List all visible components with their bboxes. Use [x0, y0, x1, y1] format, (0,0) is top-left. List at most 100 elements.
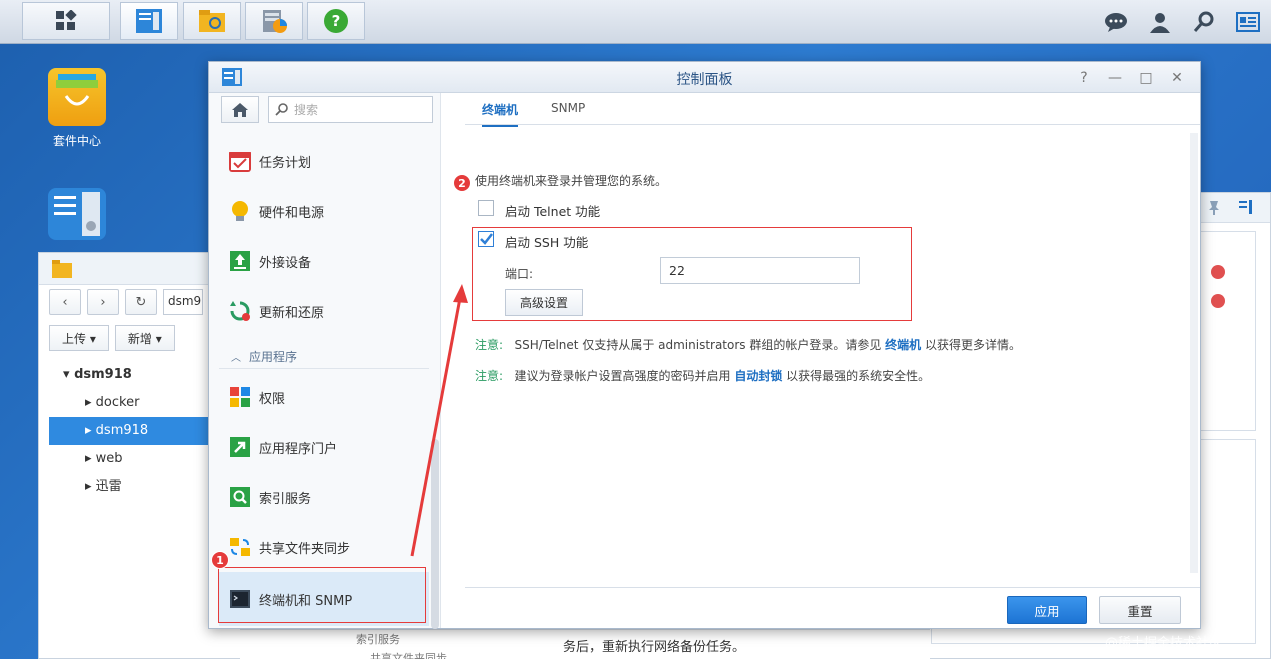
telnet-checkbox[interactable] [478, 200, 494, 216]
new-button[interactable]: 新增 ▾ [114, 325, 175, 351]
main-menu-button[interactable] [22, 2, 110, 40]
sidebar: 搜索 任务计划 硬件和电源 外接设备 更新和还原 ︿ 应用程序 权限 应用程序门… [209, 93, 441, 629]
note-ssh: 注意: SSH/Telnet 仅支持从属于 administrators 群组的… [475, 336, 1021, 353]
new-label: 新增 [127, 332, 152, 346]
sidebar-item-label: 应用程序门户 [259, 441, 338, 457]
folder-icon [199, 10, 225, 32]
chat-icon[interactable] [1102, 8, 1130, 36]
sidebar-scrollbar[interactable] [431, 439, 439, 629]
advanced-settings-button[interactable]: 高级设置 [505, 289, 583, 316]
home-button[interactable] [221, 96, 259, 123]
shared-folder-sync-icon [230, 538, 250, 556]
checkmark-icon [480, 233, 493, 245]
control-panel-window: 控制面板 ? — □ ✕ 搜索 任务计划 硬件和电源 外接设备 更新和还原 ︿ … [208, 61, 1201, 629]
tab-snmp[interactable]: SNMP [551, 101, 585, 115]
step-badge-1: 1 [211, 551, 229, 569]
search-input[interactable]: 搜索 [268, 96, 433, 123]
sidebar-item-label: 更新和还原 [259, 305, 325, 321]
ssh-label: 启动 SSH 功能 [505, 235, 589, 250]
control-panel-icon [48, 188, 106, 240]
watermark: @稀土掘金技术社区 [1105, 636, 1223, 651]
pin-icon[interactable] [1206, 199, 1222, 215]
sidebar-item-shared-folder-sync[interactable]: 共享文件夹同步 [219, 522, 429, 572]
note-prefix: 注意: [475, 338, 504, 352]
description-text: 使用终端机来登录并管理您的系统。 [475, 174, 668, 188]
chevron-up-icon: ︿ [231, 353, 241, 364]
note-suffix: 以获得最强的系统安全性。 [782, 369, 931, 383]
search-icon[interactable] [1190, 8, 1218, 36]
remove-icon[interactable] [1211, 265, 1225, 279]
terminal-link[interactable]: 终端机 [885, 338, 921, 352]
package-center-icon [48, 68, 106, 126]
ssh-checkbox[interactable] [478, 231, 494, 247]
control-panel-icon [136, 9, 162, 33]
bulb-icon [232, 201, 248, 221]
bg-tree-item: 索引服务 [356, 633, 400, 646]
auto-block-link[interactable]: 自动封锁 [734, 369, 782, 383]
tree-item-label: docker [95, 395, 140, 410]
desktop-icon-control-panel[interactable] [32, 188, 122, 246]
sidebar-item-external-devices[interactable]: 外接设备 [219, 236, 429, 286]
footer-bar: 应用 重置 [465, 587, 1200, 628]
taskbar-control-panel-button[interactable] [120, 2, 178, 40]
task-scheduler-icon [229, 152, 251, 172]
tree-item-label: web [95, 451, 123, 466]
close-icon[interactable]: ✕ [1167, 68, 1187, 88]
section-label: 应用程序 [249, 350, 298, 364]
upload-button[interactable]: 上传 ▾ [49, 325, 109, 351]
port-label: 端口: [505, 267, 534, 281]
sidebar-item-label: 外接设备 [259, 255, 312, 271]
privileges-icon [230, 387, 250, 407]
folder-icon [52, 260, 72, 278]
taskbar-storage-button[interactable] [245, 2, 303, 40]
note-text: SSH/Telnet 仅支持从属于 administrators 群组的帐户登录… [514, 338, 886, 352]
upload-label: 上传 [62, 332, 87, 346]
taskbar-help-button[interactable]: ? [307, 2, 365, 40]
window-titlebar[interactable]: 控制面板 ? — □ ✕ [209, 62, 1200, 93]
tab-terminal[interactable]: 终端机 [482, 101, 519, 127]
sidebar-item-hardware-power[interactable]: 硬件和电源 [219, 186, 429, 236]
path-input[interactable]: dsm9 [163, 289, 203, 315]
taskbar-file-station-button[interactable] [183, 2, 241, 40]
back-button[interactable]: ‹ [49, 289, 81, 315]
reset-button[interactable]: 重置 [1099, 596, 1181, 624]
help-icon[interactable]: ? [1074, 68, 1094, 88]
sidebar-item-label: 索引服务 [259, 491, 312, 507]
main-scrollbar[interactable] [1190, 133, 1198, 573]
refresh-button[interactable]: ↻ [125, 289, 157, 315]
remove-icon[interactable] [1211, 294, 1225, 308]
maximize-icon[interactable]: □ [1136, 68, 1156, 88]
note-suffix: 以获得更多详情。 [921, 338, 1022, 352]
sidebar-item-indexing-service[interactable]: 索引服务 [219, 472, 429, 522]
port-input[interactable]: 22 [660, 257, 860, 284]
sidebar-item-label: 硬件和电源 [259, 205, 325, 221]
sidebar-item-label: 任务计划 [259, 155, 312, 171]
user-icon[interactable] [1146, 8, 1174, 36]
home-icon [232, 102, 248, 117]
note-text: 建议为登录帐户设置高强度的密码并启用 [514, 369, 735, 383]
main-content: 终端机 SNMP 使用终端机来登录并管理您的系统。 启动 Telnet 功能 启… [465, 93, 1200, 628]
step-badge-2: 2 [453, 174, 471, 192]
sidebar-item-label: 权限 [259, 391, 286, 407]
desktop-icon-label: 套件中心 [52, 134, 101, 148]
sidebar-item-update-restore[interactable]: 更新和还原 [219, 286, 429, 336]
update-restore-icon [230, 301, 250, 321]
forward-button[interactable]: › [87, 289, 119, 315]
svg-text:?: ? [332, 12, 341, 30]
indexing-icon [230, 487, 250, 507]
search-icon [275, 103, 288, 116]
bg-text-line: 务后，重新执行网络备份任务。 [563, 640, 746, 655]
sidebar-section-applications[interactable]: ︿ 应用程序 [219, 345, 429, 369]
storage-manager-icon [263, 10, 287, 33]
tree-item-label: 迅雷 [95, 479, 122, 494]
apply-button[interactable]: 应用 [1007, 596, 1087, 624]
desktop-icon-package-center[interactable]: 套件中心 [32, 68, 122, 149]
sidebar-item-privileges[interactable]: 权限 [219, 372, 429, 422]
search-placeholder: 搜索 [294, 103, 319, 117]
sidebar-item-task-scheduler[interactable]: 任务计划 [219, 136, 429, 186]
panel-icon[interactable] [1237, 199, 1253, 215]
sidebar-item-app-portal[interactable]: 应用程序门户 [219, 422, 429, 472]
minimize-icon[interactable]: — [1105, 68, 1125, 88]
tab-bar: 终端机 SNMP [465, 93, 1200, 127]
widgets-icon[interactable] [1234, 8, 1262, 36]
